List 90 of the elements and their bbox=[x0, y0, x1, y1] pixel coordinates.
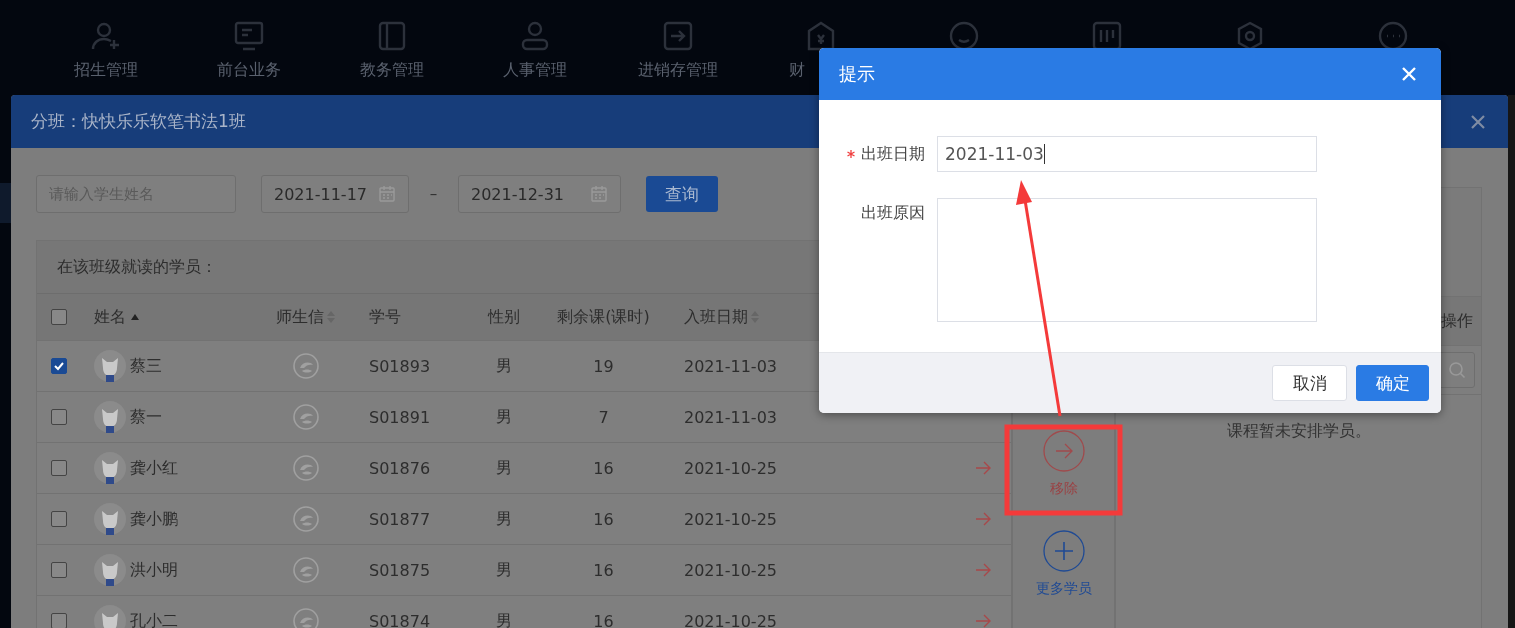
swirl-icon[interactable] bbox=[293, 608, 319, 628]
table-cell: 男 bbox=[495, 406, 512, 428]
swirl-icon[interactable] bbox=[293, 404, 319, 430]
checkbox[interactable] bbox=[51, 613, 67, 628]
column-header[interactable]: 学号 bbox=[369, 306, 401, 328]
empty-message: 课程暂未安排学员。 bbox=[1226, 421, 1371, 442]
table-cell: 蔡三 bbox=[130, 355, 162, 377]
column-header[interactable]: 师生信 bbox=[276, 306, 324, 328]
table-cell: S01874 bbox=[369, 611, 431, 628]
table-cell: 19 bbox=[593, 356, 614, 376]
query-button[interactable]: 查询 bbox=[646, 176, 718, 212]
required-icon bbox=[847, 150, 855, 158]
table-cell: 蔡一 bbox=[130, 406, 162, 428]
date-field[interactable]: 2021-11-17 bbox=[261, 175, 409, 213]
sort-up-icon[interactable] bbox=[130, 313, 140, 321]
nav-label[interactable]: 人事管理 bbox=[502, 60, 567, 81]
arrow-right-icon[interactable] bbox=[975, 614, 991, 628]
confirm-button[interactable]: 确定 bbox=[1356, 365, 1429, 401]
avatar-icon bbox=[94, 452, 126, 484]
field-label: 出班日期 bbox=[861, 143, 925, 165]
avatar-icon bbox=[94, 401, 126, 433]
search-icon[interactable] bbox=[1448, 361, 1466, 379]
table-cell: S01893 bbox=[369, 356, 431, 376]
table-cell: 男 bbox=[495, 610, 512, 628]
arrow-right-icon[interactable] bbox=[975, 512, 991, 526]
calendar-icon[interactable] bbox=[378, 185, 396, 203]
checkbox[interactable] bbox=[51, 358, 67, 374]
nav-label[interactable]: 前台业务 bbox=[216, 60, 281, 81]
nav-label[interactable]: 招生管理 bbox=[73, 60, 138, 81]
table-cell: 2021-10-25 bbox=[684, 509, 777, 529]
date-input[interactable]: 2021-11-03 bbox=[937, 136, 1317, 172]
table-cell: 男 bbox=[495, 355, 512, 377]
date-field[interactable]: 2021-12-31 bbox=[458, 175, 621, 213]
cancel-button[interactable]: 取消 bbox=[1272, 365, 1347, 401]
swirl-icon[interactable] bbox=[293, 353, 319, 379]
table-cell: 男 bbox=[495, 457, 512, 479]
table-cell: S01875 bbox=[369, 560, 431, 580]
swirl-icon[interactable] bbox=[293, 455, 319, 481]
table-cell: 龚小鹏 bbox=[130, 508, 178, 530]
swirl-icon[interactable] bbox=[293, 506, 319, 532]
checkbox[interactable] bbox=[51, 562, 67, 578]
monitor-icon[interactable] bbox=[232, 20, 265, 52]
column-header[interactable]: 性别 bbox=[487, 306, 520, 328]
table-cell: 2021-10-25 bbox=[684, 611, 777, 628]
checkbox[interactable] bbox=[51, 409, 67, 425]
table-cell: 16 bbox=[593, 611, 614, 628]
arrow-circle-icon[interactable] bbox=[1042, 430, 1085, 472]
table-cell: 男 bbox=[495, 508, 512, 530]
table-cell: 16 bbox=[593, 458, 614, 478]
table-cell: 2021-10-25 bbox=[684, 560, 777, 580]
reason-textarea[interactable] bbox=[937, 198, 1317, 322]
avatar-icon bbox=[94, 503, 126, 535]
table-cell: 孔小二 bbox=[130, 610, 178, 628]
table-cell: 男 bbox=[495, 559, 512, 581]
column-header[interactable]: 剩余课(课时) bbox=[557, 306, 650, 328]
panel-caption: 在该班级就读的学员： bbox=[57, 256, 217, 278]
nav-label[interactable]: 进销存管理 bbox=[637, 60, 718, 81]
field-label: 出班原因 bbox=[861, 202, 925, 224]
table-cell: S01891 bbox=[369, 407, 431, 427]
arrow-right-icon[interactable] bbox=[975, 563, 991, 577]
table-cell: 16 bbox=[593, 509, 614, 529]
column-header: 操作 bbox=[1441, 310, 1473, 332]
arrow-right-icon[interactable] bbox=[975, 461, 991, 475]
modal-title: 分班：快快乐乐软笔书法1班 bbox=[31, 110, 246, 133]
avatar-icon bbox=[94, 554, 126, 586]
nav-label[interactable]: 教务管理 bbox=[359, 60, 424, 81]
table-cell: 2021-10-25 bbox=[684, 458, 777, 478]
checkbox[interactable] bbox=[51, 460, 67, 476]
range-separator: – bbox=[428, 185, 439, 203]
checkbox[interactable] bbox=[51, 511, 67, 527]
checkbox[interactable] bbox=[51, 309, 67, 325]
column-header[interactable]: 入班日期 bbox=[684, 306, 748, 328]
column-header[interactable]: 姓名 bbox=[94, 306, 126, 328]
table-cell: 2021-11-03 bbox=[684, 407, 777, 427]
plus-circle-icon[interactable] bbox=[1042, 530, 1085, 572]
table-cell: 洪小明 bbox=[130, 559, 178, 581]
swirl-icon[interactable] bbox=[293, 557, 319, 583]
close-icon[interactable] bbox=[1470, 113, 1486, 130]
dialog-title: 提示 bbox=[839, 62, 875, 86]
table-cell: 龚小红 bbox=[130, 457, 178, 479]
table-cell: S01876 bbox=[369, 458, 431, 478]
person-add-icon[interactable] bbox=[89, 20, 122, 52]
avatar-icon bbox=[94, 350, 126, 382]
calendar-icon[interactable] bbox=[590, 185, 608, 203]
action-link[interactable]: 更多学员 bbox=[1035, 580, 1092, 598]
table-cell: 16 bbox=[593, 560, 614, 580]
table-cell: 2021-11-03 bbox=[684, 356, 777, 376]
arrow-box-icon[interactable] bbox=[661, 20, 694, 52]
table-cell: S01877 bbox=[369, 509, 431, 529]
table-cell: 7 bbox=[598, 407, 609, 427]
